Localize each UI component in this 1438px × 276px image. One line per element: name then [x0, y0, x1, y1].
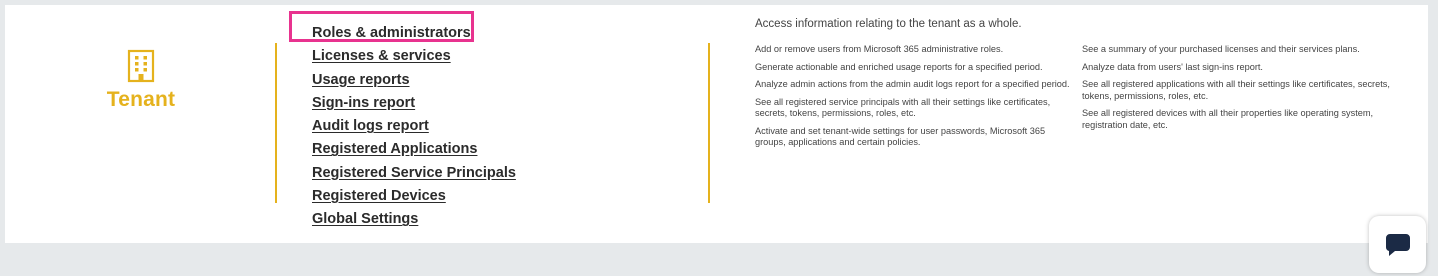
link-item: Sign-ins report — [312, 90, 516, 113]
description-text: See all registered devices with all thei… — [1082, 108, 1374, 130]
link-item: Registered Service Principals — [312, 160, 516, 183]
link-item: Registered Applications — [312, 136, 516, 159]
highlight-box — [289, 11, 474, 42]
tenant-links-list: Roles & administrators Licenses & servic… — [312, 20, 516, 230]
description-column-1: Add or remove users from Microsoft 365 a… — [755, 44, 1077, 155]
description-text: Analyze data from users' last sign-ins r… — [1082, 61, 1263, 72]
link-item: Usage reports — [312, 67, 516, 90]
description-text: See a summary of your purchased licenses… — [1082, 44, 1360, 54]
intro-text: Access information relating to the tenan… — [755, 18, 1022, 30]
link-item: Audit logs report — [312, 113, 516, 136]
description-text: See all registered applications with all… — [1082, 79, 1390, 101]
sign-ins-report-link[interactable]: Sign-ins report — [312, 95, 415, 111]
building-icon — [127, 49, 155, 83]
licenses-services-link[interactable]: Licenses & services — [312, 48, 451, 64]
divider-middle — [708, 43, 710, 203]
link-item: Licenses & services — [312, 43, 516, 66]
tenant-label: Tenant — [106, 88, 176, 111]
description-text: Generate actionable and enriched usage r… — [755, 61, 1043, 72]
description-text: Activate and set tenant-wide settings fo… — [755, 125, 1046, 148]
chat-button[interactable] — [1369, 216, 1426, 273]
link-item: Registered Devices — [312, 183, 516, 206]
usage-reports-link[interactable]: Usage reports — [312, 72, 410, 88]
description-text: Analyze admin actions from the admin aud… — [755, 79, 1070, 89]
global-settings-link[interactable]: Global Settings — [312, 211, 418, 227]
link-item: Global Settings — [312, 206, 516, 229]
audit-logs-report-link[interactable]: Audit logs report — [312, 118, 429, 134]
description-column-2: See a summary of your purchased licenses… — [1082, 44, 1404, 137]
chat-bubble-icon — [1385, 234, 1410, 256]
divider-left — [275, 43, 277, 203]
description-text: See all registered service principals wi… — [755, 96, 1051, 119]
registered-applications-link[interactable]: Registered Applications — [312, 141, 477, 157]
registered-devices-link[interactable]: Registered Devices — [312, 188, 446, 204]
registered-service-principals-link[interactable]: Registered Service Principals — [312, 165, 516, 181]
description-text: Add or remove users from Microsoft 365 a… — [755, 44, 1004, 54]
